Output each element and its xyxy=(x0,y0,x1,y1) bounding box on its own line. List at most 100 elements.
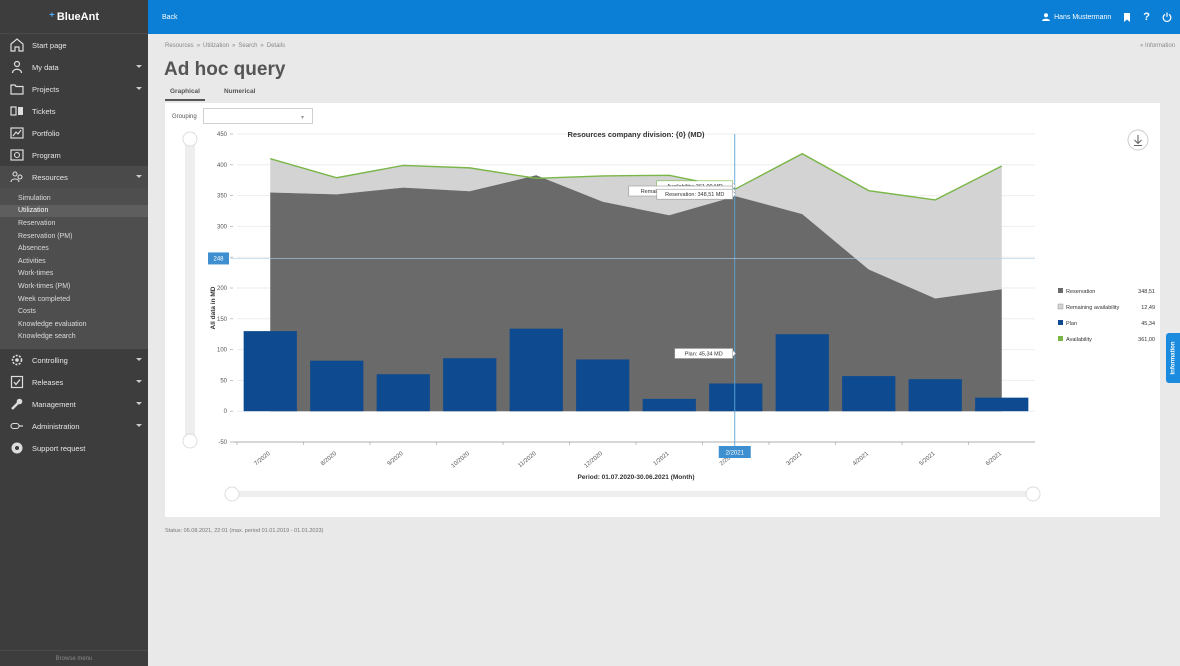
caret-down-icon xyxy=(136,175,142,178)
breadcrumb-item[interactable]: Search xyxy=(238,43,257,49)
y-tick-label: 300 xyxy=(217,224,228,230)
horizontal-slider-track[interactable] xyxy=(230,491,1035,497)
nav-top: Start page My data Projects Tickets Portfoli… xyxy=(0,34,148,188)
legend-swatch xyxy=(1058,320,1063,325)
sidebar-item-label: Projects xyxy=(32,84,60,94)
user-menu[interactable]: Hans Mustermann xyxy=(1042,13,1111,21)
sidebar-item-start-page[interactable]: Start page xyxy=(0,34,148,56)
ticket-icon xyxy=(10,104,24,118)
breadcrumb-item[interactable]: Resources xyxy=(165,43,194,49)
submenu-item-work-times[interactable]: Work-times xyxy=(0,268,148,281)
y-axis-title: All data in MD xyxy=(210,286,217,329)
submenu-item-knowledge-search[interactable]: Knowledge search xyxy=(0,331,148,344)
top-bar: Back Hans Mustermann ? xyxy=(148,0,1180,34)
information-side-tab[interactable]: Information xyxy=(1166,333,1180,383)
sidebar-item-controlling[interactable]: Controlling xyxy=(0,349,148,371)
y-tick-label: 50 xyxy=(220,378,227,384)
x-tick-label: 3/2021 xyxy=(786,451,804,468)
sidebar-item-resources[interactable]: Resources xyxy=(0,166,148,188)
back-button[interactable]: Back xyxy=(162,14,178,21)
sidebar-item-portfolio[interactable]: Portfolio xyxy=(0,122,148,144)
submenu-item-work-times-pm[interactable]: Work-times (PM) xyxy=(0,280,148,293)
submenu-item-utilization[interactable]: Utilization xyxy=(0,204,148,218)
chevron-down-icon: ▾ xyxy=(300,115,304,121)
legend-value: 45,34 xyxy=(1141,321,1155,327)
sidebar-item-label: Administration xyxy=(32,421,80,431)
submenu-item-absences[interactable]: Absences xyxy=(0,242,148,255)
sidebar-item-label: Management xyxy=(32,399,76,409)
sidebar-item-projects[interactable]: Projects xyxy=(0,78,148,100)
submenu-item-activities[interactable]: Activities xyxy=(0,255,148,268)
horizontal-slider-handle-right[interactable] xyxy=(1025,486,1041,502)
gear-icon xyxy=(10,353,24,367)
y-tick-label: 350 xyxy=(217,194,228,200)
submenu-item-knowledge-evaluation[interactable]: Knowledge evaluation xyxy=(0,318,148,331)
grouping-select[interactable]: ▾ xyxy=(203,108,313,124)
sidebar-item-label: Program xyxy=(32,150,61,160)
chart-title: Resources company division: {0} (MD) xyxy=(567,130,705,139)
plan-bar[interactable] xyxy=(443,358,497,412)
help-icon[interactable]: ? xyxy=(1143,11,1150,23)
plan-bar[interactable] xyxy=(376,374,430,412)
sidebar-item-management[interactable]: Management xyxy=(0,393,148,415)
sidebar-item-administration[interactable]: Administration xyxy=(0,415,148,437)
wrench-icon xyxy=(10,397,24,411)
caret-down-icon xyxy=(136,402,142,406)
legend-swatch xyxy=(1058,336,1063,341)
submenu-item-reservation[interactable]: Reservation xyxy=(0,217,148,230)
plan-bar[interactable] xyxy=(975,397,1029,412)
plan-bar[interactable] xyxy=(775,334,829,412)
plan-bar[interactable] xyxy=(576,359,630,412)
tab-numerical[interactable]: Numerical xyxy=(219,84,260,101)
sidebar-item-program[interactable]: Program xyxy=(0,144,148,166)
person-icon xyxy=(10,60,24,74)
sidebar-item-my-data[interactable]: My data xyxy=(0,56,148,78)
caret-down-icon xyxy=(136,65,142,68)
breadcrumb-item: Details xyxy=(266,43,286,49)
submenu-item-reservation-pm[interactable]: Reservation (PM) xyxy=(0,230,148,243)
x-axis-title: Period: 01.07.2020-30.06.2021 (Month) xyxy=(577,474,694,481)
breadcrumb-item[interactable]: Utilization xyxy=(203,43,229,49)
bookmark-icon[interactable] xyxy=(1123,12,1131,22)
plan-bar[interactable] xyxy=(310,360,364,412)
view-tabs: Graphical Numerical xyxy=(165,84,260,101)
plan-bar[interactable] xyxy=(509,328,563,412)
vertical-slider-track[interactable] xyxy=(185,139,195,441)
x-tick-label: 4/2021 xyxy=(852,451,870,468)
plan-bar[interactable] xyxy=(842,376,896,412)
y-tick-label: 150 xyxy=(217,317,228,323)
power-icon[interactable] xyxy=(1162,12,1172,22)
submenu-item-week-completed[interactable]: Week completed xyxy=(0,293,148,306)
tab-graphical[interactable]: Graphical xyxy=(165,84,205,101)
horizontal-slider-handle-left[interactable] xyxy=(224,486,240,502)
vertical-slider-handle-top[interactable] xyxy=(182,131,198,147)
vertical-slider-handle-bottom[interactable] xyxy=(182,433,198,449)
user-name: Hans Mustermann xyxy=(1054,13,1112,21)
sidebar-item-label: Support request xyxy=(32,443,86,453)
sidebar-item-label: My data xyxy=(32,62,59,72)
sidebar-item-label: Releases xyxy=(32,377,64,387)
sidebar-item-support-request[interactable]: Support request xyxy=(0,437,148,459)
sidebar-item-label: Tickets xyxy=(32,106,56,116)
y-tick-label: -50 xyxy=(218,440,227,446)
key-icon xyxy=(10,419,24,433)
submenu-item-costs[interactable]: Costs xyxy=(0,305,148,318)
plan-bar[interactable] xyxy=(709,383,763,412)
breadcrumb: Resources» Utilization» Search» Details xyxy=(165,43,285,49)
information-link[interactable]: « Information xyxy=(1140,43,1175,49)
x-tick-label: 1/2021 xyxy=(653,451,671,468)
sidebar-item-releases[interactable]: Releases xyxy=(0,371,148,393)
submenu-item-simulation[interactable]: Simulation xyxy=(0,192,148,205)
app-logo[interactable]: ⁺ BlueAnt xyxy=(0,0,148,34)
y-tick-label: 450 xyxy=(217,132,228,138)
sidebar-item-tickets[interactable]: Tickets xyxy=(0,100,148,122)
portfolio-icon xyxy=(10,126,24,140)
x-tick-label: 5/2021 xyxy=(919,451,937,468)
plan-bar[interactable] xyxy=(243,331,297,412)
browse-menu[interactable]: Browse menu xyxy=(0,650,148,666)
plan-bar[interactable] xyxy=(908,379,962,412)
logo-mark-icon: ⁺ xyxy=(49,11,55,23)
y-tick-label: 100 xyxy=(217,348,228,354)
tooltip-text: Reservation: 348,51 MD xyxy=(665,192,724,198)
plan-bar[interactable] xyxy=(642,398,696,412)
